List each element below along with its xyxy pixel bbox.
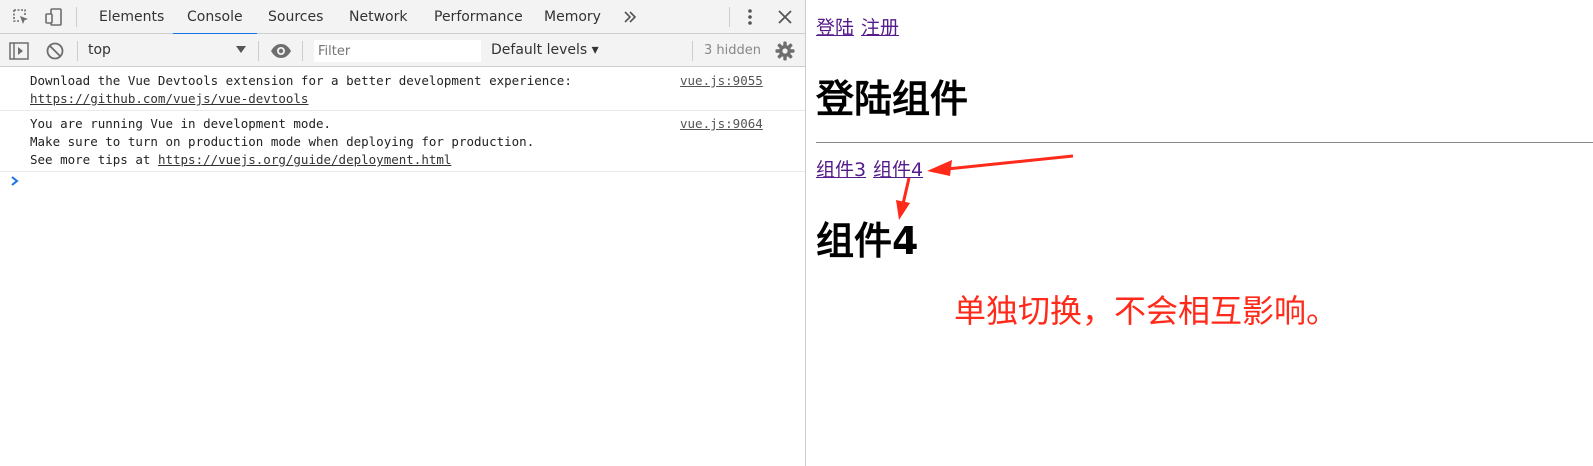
tab-performance[interactable]: Performance xyxy=(434,0,523,34)
message-text: See more tips at xyxy=(30,152,158,167)
tabbar-divider xyxy=(76,7,77,27)
tab-elements[interactable]: Elements xyxy=(99,0,164,34)
console-messages: Download the Vue Devtools extension for … xyxy=(0,68,805,186)
log-levels-label: Default levels xyxy=(491,42,588,58)
message-text: Make sure to turn on production mode whe… xyxy=(30,134,535,149)
message-link[interactable]: https://vuejs.org/guide/deployment.html xyxy=(158,152,452,167)
triangle-down-icon[interactable] xyxy=(236,45,246,55)
toolbar-divider-4 xyxy=(692,41,693,61)
annotation-arrows xyxy=(896,154,1074,220)
gear-icon[interactable] xyxy=(774,40,796,62)
annotation-arrow-down xyxy=(896,177,911,220)
tab-memory[interactable]: Memory xyxy=(544,0,601,34)
message-source-link[interactable]: vue.js:9055 xyxy=(680,72,763,90)
close-icon[interactable] xyxy=(775,7,795,27)
inspect-element-icon[interactable] xyxy=(11,7,31,27)
execution-context-select[interactable]: top xyxy=(88,42,111,58)
chevron-double-right-icon[interactable] xyxy=(620,7,640,27)
console-message: Download the Vue Devtools extension for … xyxy=(0,68,805,111)
toolbar-divider-3 xyxy=(302,41,303,61)
message-link[interactable]: https://github.com/vuejs/vue-devtools xyxy=(30,91,308,106)
devtools-panel: Elements Console Sources Network Perform… xyxy=(0,0,806,466)
triangle-down-icon: ▾ xyxy=(591,42,599,58)
clear-console-icon[interactable] xyxy=(44,40,66,62)
console-prompt-icon[interactable] xyxy=(10,174,22,188)
console-message: You are running Vue in development mode.… xyxy=(0,111,805,172)
toolbar-divider-2 xyxy=(258,41,259,61)
annotation-arrow-horizontal xyxy=(927,154,1074,176)
filter-input[interactable] xyxy=(314,40,481,62)
hidden-messages-count: 3 hidden xyxy=(704,43,761,58)
show-sidebar-icon[interactable] xyxy=(8,40,30,62)
page-preview: 登陆 注册 登陆组件 组件3 组件4 组件4 单独切换，不会相互影响。 xyxy=(807,0,1593,466)
console-toolbar: top Default levels ▾ 3 hidden xyxy=(0,34,805,67)
eye-icon[interactable] xyxy=(270,40,292,62)
tab-sources[interactable]: Sources xyxy=(268,0,323,34)
device-toolbar-icon[interactable] xyxy=(44,7,64,27)
vertical-ellipsis-icon[interactable] xyxy=(740,7,760,27)
tabbar-divider-right xyxy=(729,7,730,27)
devtools-tabbar: Elements Console Sources Network Perform… xyxy=(0,0,805,35)
log-levels-select[interactable]: Default levels ▾ xyxy=(491,42,599,58)
message-source-link[interactable]: vue.js:9064 xyxy=(680,115,763,133)
tab-network[interactable]: Network xyxy=(349,0,407,34)
toolbar-divider xyxy=(77,41,78,61)
tab-console[interactable]: Console xyxy=(173,0,257,35)
